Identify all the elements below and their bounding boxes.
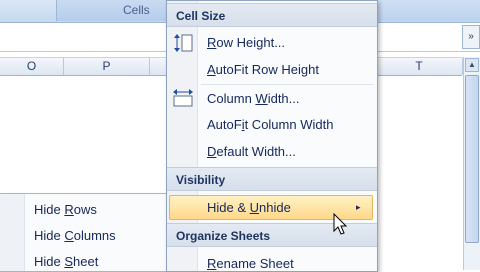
scroll-up-button[interactable]: ▲ — [465, 58, 479, 72]
hide-unhide-pre: Hide & — [207, 200, 250, 215]
hide-sheet-label-post: heet — [73, 254, 99, 269]
column-width-post: idth... — [267, 91, 300, 106]
hide-unhide-accesskey: U — [249, 200, 260, 215]
hide-unhide-post: nhide — [259, 200, 291, 215]
rename-sheet-post: ename Sheet — [216, 256, 294, 271]
ribbon-group-right — [376, 0, 480, 21]
hide-columns-accesskey: C — [64, 228, 74, 243]
default-width-post: efault Width... — [216, 144, 296, 159]
default-width-item[interactable]: Default Width... — [207, 144, 296, 159]
organize-sheets-heading: Organize Sheets — [176, 229, 271, 243]
hide-sheet-accesskey: S — [64, 254, 74, 269]
menu-separator — [201, 84, 373, 85]
ribbon-group-left — [0, 0, 57, 21]
hide-sheet-label-pre: Hide — [34, 254, 65, 269]
vertical-scrollbar[interactable]: ▲ — [463, 57, 480, 270]
column-header-o[interactable]: O — [0, 58, 64, 75]
mouse-pointer-icon — [333, 213, 348, 235]
hide-rows-label-pre: Hide — [34, 202, 65, 217]
autofit-row-accesskey: A — [207, 62, 216, 77]
rename-sheet-accesskey: R — [207, 256, 217, 271]
hide-rows-item[interactable]: Hide Rows — [34, 202, 97, 217]
column-header-t[interactable]: T — [376, 58, 463, 75]
hide-unhide-submenu: Hide Rows Hide Columns Hide Sheet — [0, 193, 168, 272]
default-width-accesskey: D — [207, 144, 217, 159]
hide-unhide-item[interactable]: Hide & Unhide — [207, 200, 291, 215]
autofit-col-pre: AutoF — [207, 117, 242, 132]
column-width-icon — [173, 89, 193, 107]
cell-size-heading: Cell Size — [176, 9, 226, 23]
hide-sheet-item[interactable]: Hide Sheet — [34, 254, 98, 269]
row-height-post: ow Height... — [216, 35, 286, 50]
row-height-item[interactable]: Row Height... — [207, 35, 285, 50]
autofit-col-post: t Column Width — [244, 117, 334, 132]
autofit-column-width-item[interactable]: AutoFit Column Width — [207, 117, 333, 132]
rename-sheet-item[interactable]: Rename Sheet — [207, 256, 294, 271]
visibility-heading: Visibility — [176, 173, 226, 187]
cells-group-label: Cells — [123, 3, 150, 17]
hide-columns-label-post: olumns — [73, 228, 116, 243]
section-header-visibility: Visibility — [167, 167, 377, 191]
autofit-row-post: utoFit Row Height — [215, 62, 319, 77]
hide-rows-label-post: ows — [73, 202, 97, 217]
hide-columns-label-pre: Hide — [34, 228, 65, 243]
row-height-icon — [174, 34, 193, 52]
submenu-arrow-icon: ▸ — [356, 202, 361, 212]
submenu-gutter — [0, 194, 25, 271]
autofit-row-height-item[interactable]: AutoFit Row Height — [207, 62, 319, 77]
ribbon-group-cells[interactable] — [57, 0, 168, 21]
hide-rows-accesskey: R — [64, 202, 74, 217]
row-height-accesskey: R — [207, 35, 217, 50]
expand-formula-bar-button[interactable]: » — [462, 25, 480, 49]
column-width-item[interactable]: Column Width... — [207, 91, 300, 106]
column-width-accesskey: W — [255, 91, 268, 106]
scroll-thumb[interactable] — [465, 75, 479, 243]
column-header-p[interactable]: P — [64, 58, 150, 75]
section-header-cell-size: Cell Size — [167, 3, 377, 27]
hide-columns-item[interactable]: Hide Columns — [34, 228, 116, 243]
column-width-pre: Column — [207, 91, 256, 106]
